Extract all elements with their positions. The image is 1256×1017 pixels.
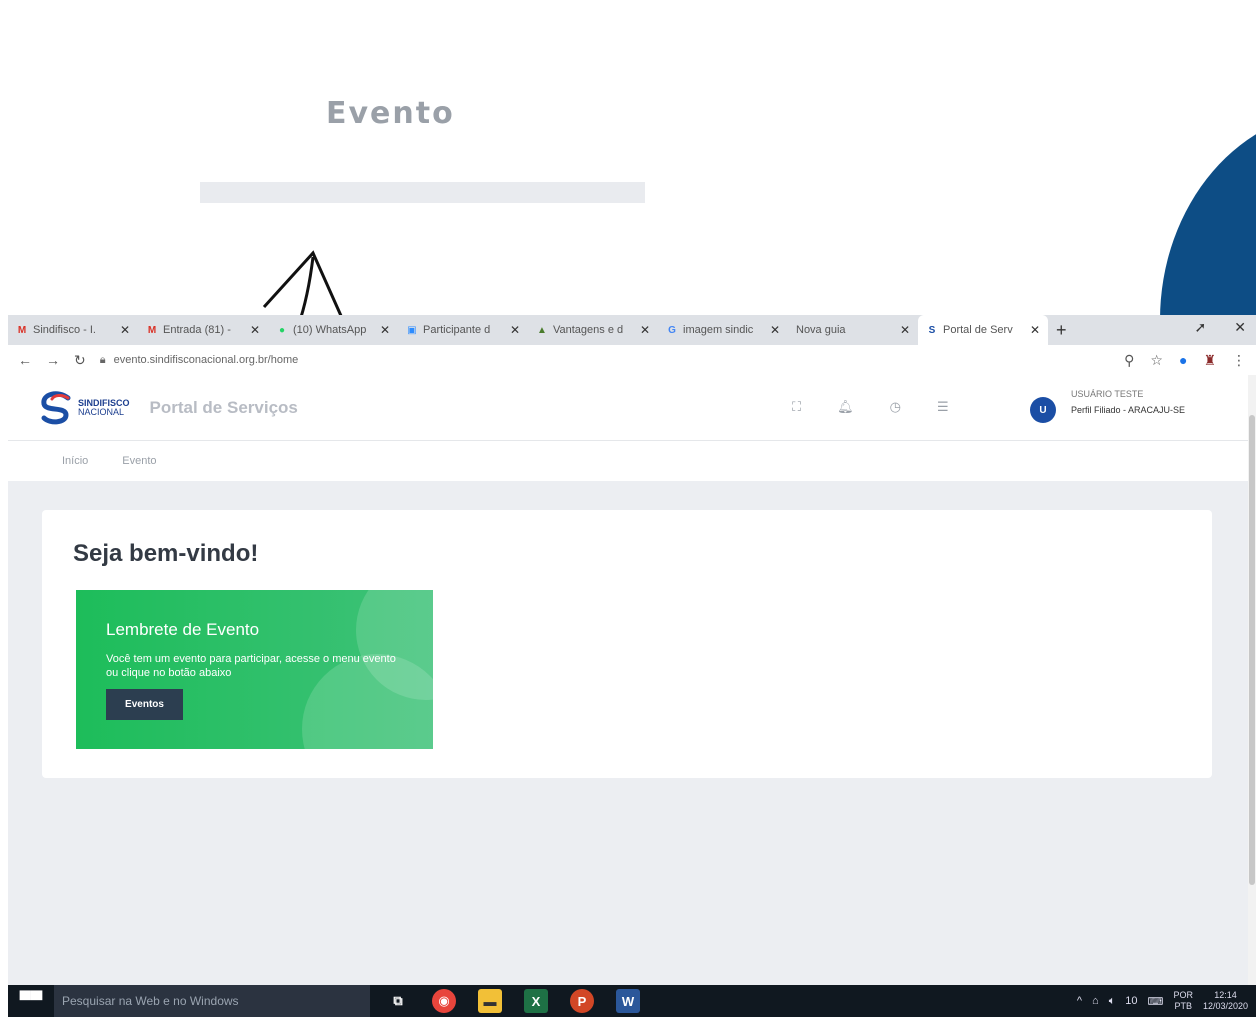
tab-sindifisco-mail[interactable]: M Sindifisco - I. ✕: [8, 315, 138, 345]
browser-window: M Sindifisco - I. ✕ M Entrada (81) - ✕ ●…: [8, 315, 1256, 985]
portal-title: Portal de Serviços: [149, 397, 298, 417]
tab-label: (10) WhatsApp: [293, 324, 367, 336]
windows-start-icon[interactable]: ▀▀: [8, 985, 54, 1017]
logo-text: SINDIFISCO NACIONAL: [78, 397, 130, 417]
address-bar[interactable]: 🔒︎ evento.sindifisconacional.org.br/home: [100, 354, 1110, 367]
user-name: USUÁRIO TESTE: [1071, 389, 1144, 399]
browser-toolbar: ← → ↻ 🔒︎ evento.sindifisconacional.org.b…: [8, 345, 1256, 375]
close-icon[interactable]: ✕: [900, 323, 910, 337]
chrome-icon[interactable]: ◉: [432, 989, 456, 1013]
reminder-title: Lembrete de Evento: [106, 620, 260, 639]
tab-label: Portal de Serv: [943, 324, 1013, 336]
avatar[interactable]: U: [1030, 397, 1056, 423]
tab-advantages[interactable]: ▲ Vantagens e d ✕: [528, 315, 658, 345]
clock-icon[interactable]: ◷: [890, 399, 901, 415]
menu-icon[interactable]: ⋮: [1232, 352, 1246, 369]
toolbar-actions: ⚲ ☆ ● ♜ ⋮: [1124, 352, 1246, 369]
tab-participant[interactable]: ▣ Participante d ✕: [398, 315, 528, 345]
close-icon[interactable]: ✕: [1030, 323, 1040, 337]
bookmark-star-icon[interactable]: ☆: [1150, 352, 1163, 369]
close-icon[interactable]: ✕: [250, 323, 260, 337]
tab-portal-servicos[interactable]: S Portal de Serv ✕: [918, 315, 1048, 345]
sindifisco-logo[interactable]: SINDIFISCO NACIONAL: [38, 390, 130, 426]
site-icon: ▲: [537, 324, 547, 336]
url-text: evento.sindifisconacional.org.br/home: [113, 354, 299, 366]
apps-icon[interactable]: ⛶: [792, 399, 801, 415]
reminder-text: Você tem um evento para participar, aces…: [106, 653, 396, 679]
window-controls: ➚ ✕: [1195, 319, 1246, 336]
tab-label: Sindifisco - I.: [33, 324, 96, 336]
system-tray: ^ ⌂ 🔈︎ 10 ⌨ POR PTB 12:14 12/03/2020: [1077, 985, 1248, 1017]
tab-label: Entrada (81) -: [163, 324, 231, 336]
word-icon[interactable]: W: [616, 989, 640, 1013]
event-reminder-panel: Lembrete de Evento Você tem um evento pa…: [76, 590, 433, 749]
clock[interactable]: 12:14 12/03/2020: [1203, 990, 1248, 1012]
google-icon: G: [668, 324, 676, 336]
scrollbar-thumb[interactable]: [1249, 415, 1255, 885]
page-viewport: SINDIFISCO NACIONAL Portal de Serviços ⛶…: [8, 375, 1248, 985]
volume-level: 10: [1125, 995, 1138, 1007]
list-icon[interactable]: ☰: [937, 399, 949, 415]
reload-icon[interactable]: ↻: [74, 352, 86, 369]
welcome-heading: Seja bem-vindo!: [73, 540, 259, 567]
tab-label: imagem sindic: [683, 324, 754, 336]
forward-icon[interactable]: →: [46, 352, 60, 368]
whatsapp-icon: ●: [278, 324, 286, 336]
breadcrumb-event[interactable]: Evento: [122, 455, 156, 467]
tab-inbox[interactable]: M Entrada (81) - ✕: [138, 315, 268, 345]
task-view-icon[interactable]: ⧉: [386, 989, 410, 1013]
events-button[interactable]: Eventos: [106, 689, 183, 720]
tab-whatsapp[interactable]: ● (10) WhatsApp ✕: [268, 315, 398, 345]
windows-taskbar: ▀▀ Pesquisar na Web e no Windows ⧉ ◉ ▬ X…: [8, 985, 1256, 1017]
tab-label: Participante d: [423, 324, 491, 336]
tab-strip: M Sindifisco - I. ✕ M Entrada (81) - ✕ ●…: [8, 315, 1256, 345]
slide-title: Evento: [326, 96, 455, 131]
user-profile: Perfil Filiado - ARACAJU-SE: [1071, 405, 1186, 415]
new-tab-button[interactable]: +: [1048, 320, 1075, 341]
file-explorer-icon[interactable]: ▬: [478, 989, 502, 1013]
bell-icon[interactable]: 🔔︎: [837, 399, 854, 415]
extension-icon[interactable]: ●: [1179, 352, 1187, 368]
zoom-icon: ▣: [407, 324, 417, 336]
profile-icon[interactable]: ♜: [1203, 352, 1216, 369]
close-icon[interactable]: ✕: [120, 323, 130, 337]
close-icon[interactable]: ✕: [640, 323, 650, 337]
close-icon[interactable]: ✕: [510, 323, 520, 337]
back-icon[interactable]: ←: [18, 352, 32, 368]
chevron-up-icon[interactable]: ^: [1077, 995, 1082, 1007]
taskbar-apps: ⧉ ◉ ▬ X P W: [386, 989, 640, 1013]
slide-bar: [200, 182, 645, 203]
header-icons: ⛶ 🔔︎ ◷ ☰: [792, 399, 949, 415]
language-indicator[interactable]: POR PTB: [1173, 990, 1193, 1012]
sindifisco-icon: S: [928, 324, 936, 336]
close-icon[interactable]: ✕: [770, 323, 780, 337]
page-scrollbar[interactable]: [1248, 375, 1256, 985]
gmail-icon: M: [17, 324, 27, 336]
volume-icon[interactable]: 🔈︎: [1109, 995, 1116, 1008]
network-icon[interactable]: ⌂: [1092, 995, 1099, 1007]
close-window-icon[interactable]: ✕: [1234, 319, 1246, 336]
logo-mark-icon: [41, 390, 71, 424]
taskbar-search-input[interactable]: Pesquisar na Web e no Windows: [54, 985, 370, 1017]
search-icon[interactable]: ⚲: [1124, 352, 1134, 369]
screen: Evento M Sindifisco - I. ✕ M Entrada (81…: [0, 0, 1256, 1017]
keyboard-icon[interactable]: ⌨: [1148, 995, 1164, 1008]
breadcrumb: Início Evento: [8, 441, 1248, 481]
gmail-icon: M: [147, 324, 157, 336]
breadcrumb-home[interactable]: Início: [62, 455, 88, 467]
powerpoint-icon[interactable]: P: [570, 989, 594, 1013]
pin-icon[interactable]: ➚: [1195, 319, 1207, 336]
close-icon[interactable]: ✕: [380, 323, 390, 337]
app-header: SINDIFISCO NACIONAL Portal de Serviços ⛶…: [8, 375, 1248, 441]
tab-google-images[interactable]: G imagem sindic ✕: [658, 315, 788, 345]
tab-label: Nova guia: [796, 324, 846, 336]
tab-new-tab[interactable]: Nova guia ✕: [788, 315, 918, 345]
welcome-card: Seja bem-vindo! Lembrete de Evento Você …: [42, 510, 1212, 778]
excel-icon[interactable]: X: [524, 989, 548, 1013]
tab-label: Vantagens e d: [553, 324, 624, 336]
page-info-icon[interactable]: 🔒︎: [100, 354, 106, 367]
